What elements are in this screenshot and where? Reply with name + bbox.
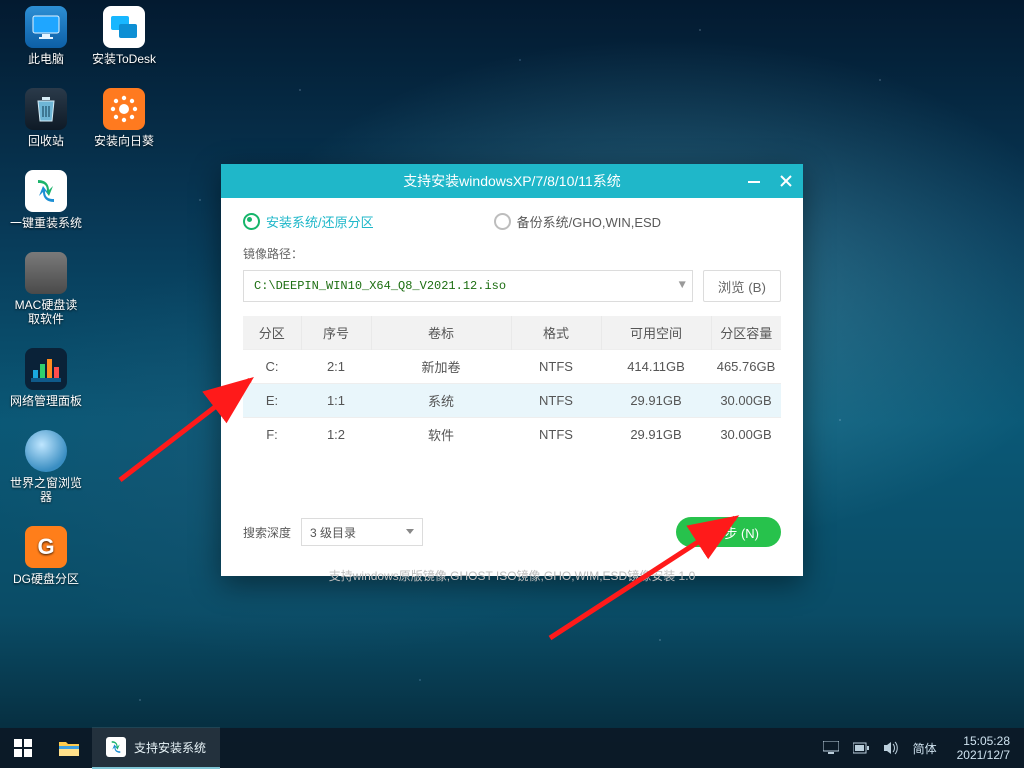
label: DG硬盘分区 — [13, 572, 79, 586]
taskbar: 支持安装系统 简体 15:05:28 2021/12/7 — [0, 728, 1024, 768]
label: 一键重装系统 — [10, 216, 82, 230]
battery-icon[interactable] — [853, 742, 869, 754]
icon-sunflower[interactable]: 安装向日葵 — [88, 88, 160, 148]
system-tray: 简体 15:05:28 2021/12/7 — [823, 732, 1024, 764]
date: 2021/12/7 — [957, 748, 1010, 762]
time: 15:05:28 — [957, 734, 1010, 748]
footer-text: 支持windows原版镜像,GHOST ISO镜像,GHO,WIM,ESD镜像安… — [243, 567, 781, 584]
th: 分区容量 — [711, 316, 781, 350]
windows-icon — [14, 739, 32, 757]
todesk-icon — [109, 12, 139, 42]
label: 此电脑 — [28, 52, 64, 66]
clock[interactable]: 15:05:28 2021/12/7 — [951, 732, 1016, 764]
label: MAC硬盘读 取软件 — [15, 298, 78, 326]
cell: NTFS — [511, 418, 601, 452]
label: 安装ToDesk — [92, 52, 156, 66]
icon-netpanel[interactable]: 网络管理面板 — [10, 348, 82, 408]
cell: NTFS — [511, 350, 601, 384]
cell: 29.91GB — [601, 384, 711, 418]
cell: 1:2 — [301, 418, 371, 452]
monitor-icon — [32, 15, 60, 39]
explorer-button[interactable] — [46, 728, 92, 768]
installer-window: 支持安装windowsXP/7/8/10/11系统 安装系统/还原分区 备份系统… — [221, 164, 803, 576]
radio-backup[interactable]: 备份系统/GHO,WIN,ESD — [494, 212, 661, 231]
label: 备份系统/GHO,WIN,ESD — [517, 212, 661, 231]
label: 安装系统/还原分区 — [266, 212, 374, 231]
th: 可用空间 — [601, 316, 711, 350]
sunflower-icon — [110, 95, 138, 123]
label: 网络管理面板 — [10, 394, 82, 408]
label: 回收站 — [28, 134, 64, 148]
cell: 30.00GB — [711, 418, 781, 452]
label: 安装向日葵 — [94, 134, 154, 148]
label: 世界之窗浏览 器 — [10, 476, 82, 504]
icon-this-pc[interactable]: 此电脑 — [10, 6, 82, 66]
depth-label: 搜索深度 — [243, 524, 291, 541]
cell: 414.11GB — [601, 350, 711, 384]
cell: 30.00GB — [711, 384, 781, 418]
path-label: 镜像路径： — [243, 245, 781, 262]
icon-recycle-bin[interactable]: 回收站 — [10, 88, 82, 148]
desktop-col2: 安装ToDesk 安装向日葵 — [88, 6, 160, 148]
table-row[interactable]: C:2:1新加卷NTFS414.11GB465.76GB — [243, 350, 781, 384]
th: 卷标 — [371, 316, 511, 350]
cell: 465.76GB — [711, 350, 781, 384]
depth-select[interactable]: 3 级目录 — [301, 518, 423, 546]
folder-icon — [58, 739, 80, 757]
table-row[interactable]: F:1:2软件NTFS29.91GB30.00GB — [243, 418, 781, 452]
cell: 1:1 — [301, 384, 371, 418]
start-button[interactable] — [0, 728, 46, 768]
path-value: C:\DEEPIN_WIN10_X64_Q8_V2021.12.iso — [254, 279, 506, 293]
task-label: 支持安装系统 — [134, 739, 206, 756]
cell: 软件 — [371, 418, 511, 452]
table-row[interactable]: E:1:1系统NTFS29.91GB30.00GB — [243, 384, 781, 418]
computer-icon[interactable] — [823, 741, 839, 755]
browse-button[interactable]: 浏览 (B) — [703, 270, 781, 302]
bars-icon — [31, 356, 61, 382]
swap-icon — [31, 176, 61, 206]
icon-mac[interactable]: MAC硬盘读 取软件 — [10, 252, 82, 326]
icon-diskgenius[interactable]: G DG硬盘分区 — [10, 526, 82, 586]
partition-table: 分区 序号 卷标 格式 可用空间 分区容量 C:2:1新加卷NTFS414.11… — [243, 316, 781, 451]
depth-value: 3 级目录 — [310, 524, 356, 541]
taskbar-task-installer[interactable]: 支持安装系统 — [92, 727, 220, 769]
titlebar[interactable]: 支持安装windowsXP/7/8/10/11系统 — [221, 164, 803, 198]
chevron-down-icon: ▼ — [679, 278, 686, 292]
th: 格式 — [511, 316, 601, 350]
cell: 29.91GB — [601, 418, 711, 452]
volume-icon[interactable] — [883, 741, 899, 755]
th: 分区 — [243, 316, 301, 350]
icon-reinstall[interactable]: 一键重装系统 — [10, 170, 82, 230]
cell: C: — [243, 350, 301, 384]
minimize-button[interactable] — [743, 170, 765, 192]
table-header: 分区 序号 卷标 格式 可用空间 分区容量 — [243, 316, 781, 350]
swap-icon — [108, 739, 124, 755]
cell: 2:1 — [301, 350, 371, 384]
radio-install[interactable]: 安装系统/还原分区 — [243, 212, 374, 231]
th: 序号 — [301, 316, 371, 350]
cell: NTFS — [511, 384, 601, 418]
trash-icon — [34, 95, 58, 123]
icon-todesk[interactable]: 安装ToDesk — [88, 6, 160, 66]
desktop-col1: 此电脑 回收站 一键重装系统 MAC硬盘读 取软件 网络管理面板 世界之窗浏览 … — [10, 6, 82, 586]
minimize-icon — [748, 175, 760, 187]
icon-browser[interactable]: 世界之窗浏览 器 — [10, 430, 82, 504]
cell: 系统 — [371, 384, 511, 418]
window-title: 支持安装windowsXP/7/8/10/11系统 — [403, 171, 621, 191]
path-combo[interactable]: C:\DEEPIN_WIN10_X64_Q8_V2021.12.iso ▼ — [243, 270, 693, 302]
ime-indicator[interactable]: 简体 — [913, 740, 937, 757]
cell: E: — [243, 384, 301, 418]
cell: F: — [243, 418, 301, 452]
next-button[interactable]: 下一步 (N) — [676, 517, 781, 547]
close-button[interactable] — [775, 170, 797, 192]
close-icon — [780, 175, 792, 187]
cell: 新加卷 — [371, 350, 511, 384]
